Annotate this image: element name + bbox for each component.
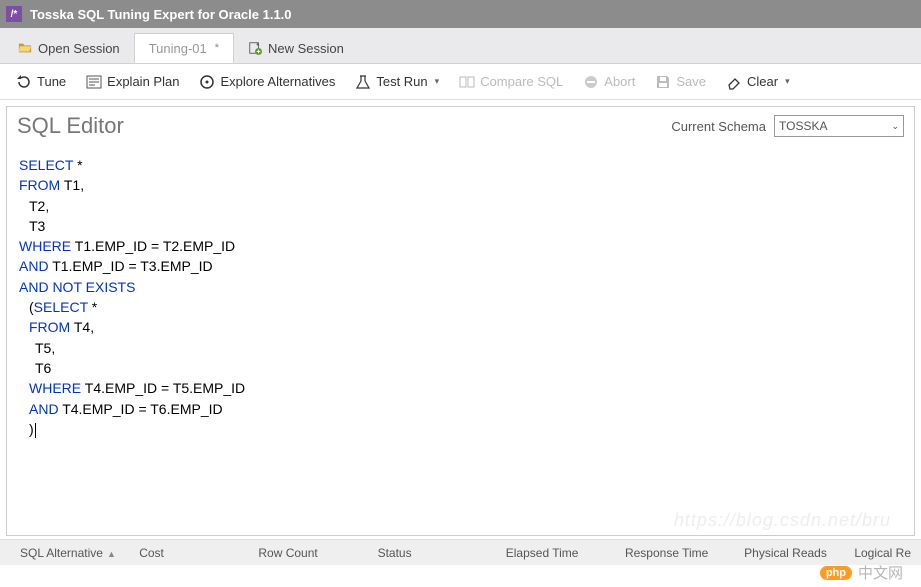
php-badge: php [820, 566, 852, 580]
sql-editor-panel: SQL Editor Current Schema TOSSKA ⌄ SELEC… [6, 106, 915, 536]
col-logical-reads[interactable]: Logical Re [844, 546, 921, 560]
session-tabs: Open Session Tuning-01 * New Session [0, 28, 921, 64]
stop-icon [583, 74, 599, 90]
compare-icon [459, 74, 475, 90]
tab-tuning-01[interactable]: Tuning-01 * [134, 33, 234, 63]
chevron-down-icon: ▾ [435, 76, 440, 87]
tab-open-session[interactable]: Open Session [4, 33, 134, 63]
modified-indicator: * [215, 42, 219, 54]
refresh-icon [16, 74, 32, 90]
col-row-count[interactable]: Row Count [248, 546, 367, 560]
col-physical-reads[interactable]: Physical Reads [734, 546, 844, 560]
clear-button[interactable]: Clear ▾ [718, 70, 798, 94]
col-status[interactable]: Status [368, 546, 496, 560]
abort-button[interactable]: Abort [575, 70, 643, 94]
tab-label: Tuning-01 [149, 41, 207, 56]
test-run-button[interactable]: Test Run ▾ [347, 70, 447, 94]
list-icon [86, 74, 102, 90]
button-label: Abort [604, 74, 635, 89]
text-cursor [35, 423, 36, 438]
button-label: Clear [747, 74, 778, 89]
results-grid-header: SQL Alternative▲ Cost Row Count Status E… [0, 539, 921, 565]
save-icon [655, 74, 671, 90]
window-title-bar: /* Tosska SQL Tuning Expert for Oracle 1… [0, 0, 921, 28]
watermark-text: 中文网 [858, 562, 903, 583]
app-icon: /* [6, 6, 22, 22]
schema-label: Current Schema [671, 119, 766, 134]
window-title: Tosska SQL Tuning Expert for Oracle 1.1.… [30, 7, 292, 22]
button-label: Explain Plan [107, 74, 179, 89]
button-label: Explore Alternatives [220, 74, 335, 89]
tune-button[interactable]: Tune [8, 70, 74, 94]
watermark-logo: php 中文网 [820, 562, 903, 583]
chevron-down-icon: ⌄ [891, 121, 899, 132]
new-session-icon [248, 41, 262, 55]
explore-alternatives-button[interactable]: Explore Alternatives [191, 70, 343, 94]
folder-open-icon [18, 41, 32, 55]
tab-label: Open Session [38, 41, 120, 56]
sql-text-area[interactable]: SELECT * FROM T1, T2, T3 WHERE T1.EMP_ID… [7, 145, 914, 535]
col-cost[interactable]: Cost [129, 546, 248, 560]
action-toolbar: Tune Explain Plan Explore Alternatives T… [0, 64, 921, 100]
col-sql-alternative[interactable]: SQL Alternative▲ [10, 546, 129, 560]
button-label: Save [676, 74, 706, 89]
target-icon [199, 74, 215, 90]
schema-group: Current Schema TOSSKA ⌄ [671, 115, 904, 137]
editor-title: SQL Editor [17, 113, 124, 139]
editor-header: SQL Editor Current Schema TOSSKA ⌄ [7, 107, 914, 145]
col-response-time[interactable]: Response Time [615, 546, 734, 560]
save-button[interactable]: Save [647, 70, 714, 94]
button-label: Compare SQL [480, 74, 563, 89]
flask-icon [355, 74, 371, 90]
button-label: Tune [37, 74, 66, 89]
chevron-down-icon: ▾ [785, 76, 790, 87]
explain-plan-button[interactable]: Explain Plan [78, 70, 187, 94]
button-label: Test Run [376, 74, 427, 89]
sort-asc-icon: ▲ [107, 549, 116, 559]
schema-select[interactable]: TOSSKA ⌄ [774, 115, 904, 137]
eraser-icon [726, 74, 742, 90]
compare-sql-button[interactable]: Compare SQL [451, 70, 571, 94]
tab-label: New Session [268, 41, 344, 56]
col-elapsed-time[interactable]: Elapsed Time [496, 546, 615, 560]
tab-new-session[interactable]: New Session [234, 33, 358, 63]
schema-value: TOSSKA [779, 119, 827, 133]
